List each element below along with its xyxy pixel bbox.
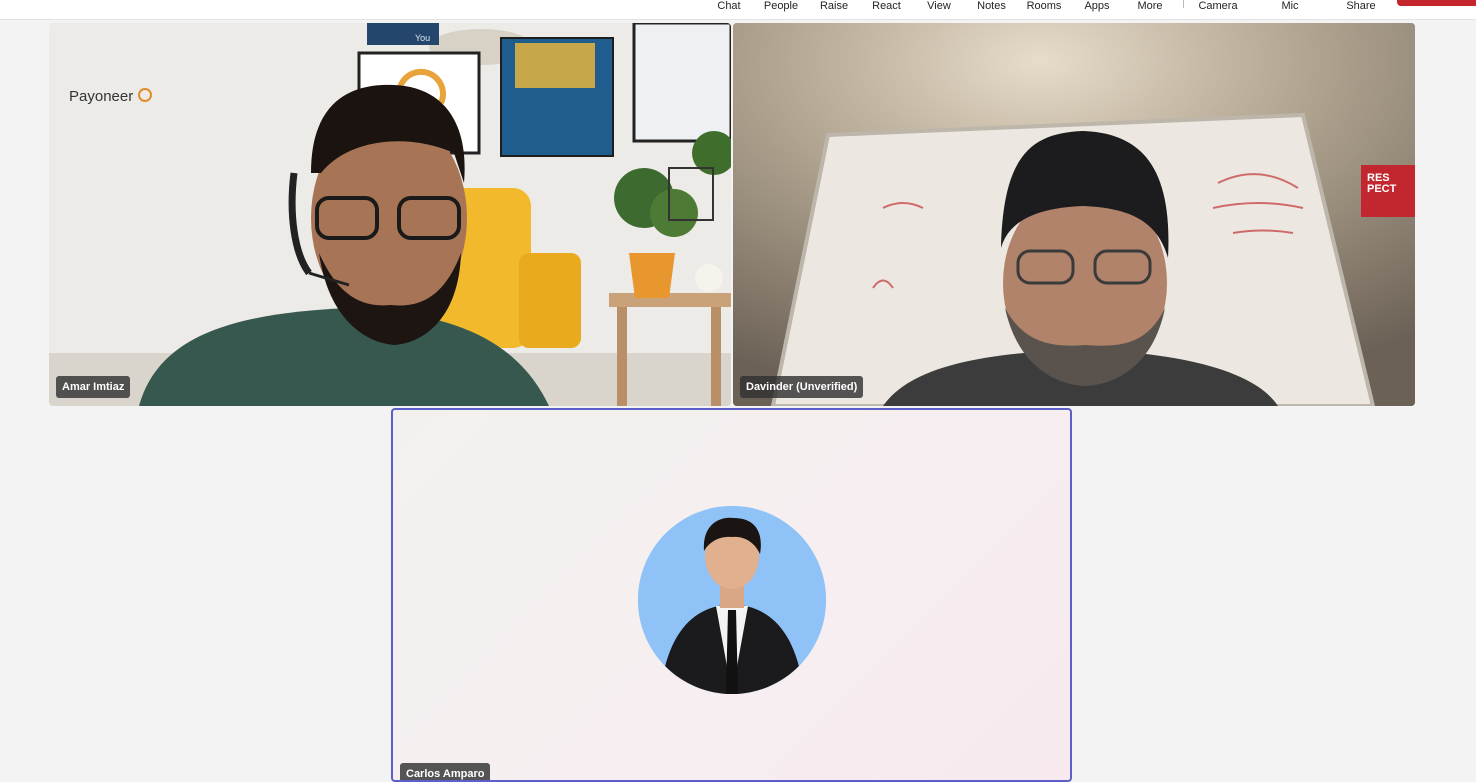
video-tile-carlos[interactable]: Carlos Amparo bbox=[391, 408, 1072, 782]
avatar bbox=[638, 506, 826, 694]
participant-name: Amar Imtiaz bbox=[62, 381, 125, 393]
camera-button[interactable]: Camera bbox=[1198, 0, 1238, 19]
meeting-toolbar: Chat People Raise React View Notes Rooms… bbox=[0, 0, 1476, 20]
apps-button[interactable]: Apps bbox=[1082, 0, 1112, 19]
chat-button[interactable]: Chat bbox=[714, 0, 744, 19]
people-label: People bbox=[763, 0, 799, 12]
people-button[interactable]: People bbox=[762, 0, 800, 19]
toolbar-divider bbox=[1183, 0, 1184, 8]
rooms-label: Rooms bbox=[1026, 0, 1062, 12]
mic-label: Mic bbox=[1281, 0, 1299, 12]
rooms-button[interactable]: Rooms bbox=[1026, 0, 1062, 19]
participant-video-davinder: RES PECT bbox=[733, 23, 1415, 406]
participant-name-tag: Amar Imtiaz bbox=[56, 376, 131, 398]
participant-name: Davinder (Unverified) bbox=[746, 381, 858, 393]
raise-hand-button[interactable]: Raise bbox=[818, 0, 850, 19]
chat-label: Chat bbox=[717, 0, 741, 12]
view-button[interactable]: View bbox=[924, 0, 954, 19]
apps-label: Apps bbox=[1084, 0, 1110, 12]
camera-label: Camera bbox=[1198, 0, 1238, 12]
react-label: React bbox=[872, 0, 901, 12]
more-button[interactable]: More bbox=[1134, 0, 1166, 19]
participant-name-tag: Carlos Amparo bbox=[400, 763, 491, 780]
sign-text-2: PECT bbox=[1367, 183, 1397, 195]
avatar-photo bbox=[638, 506, 826, 694]
react-button[interactable]: React bbox=[870, 0, 903, 19]
notes-label: Notes bbox=[977, 0, 1006, 12]
mic-button[interactable]: Mic bbox=[1276, 0, 1304, 19]
view-label: View bbox=[927, 0, 951, 12]
more-label: More bbox=[1137, 0, 1163, 12]
payoneer-logo-text: Payoneer bbox=[69, 88, 133, 105]
video-tile-amar[interactable]: You Payoneer Amar Imtiaz bbox=[49, 23, 731, 406]
participant-video-amar: You Payoneer bbox=[49, 23, 731, 406]
participant-name-tag: Davinder (Unverified) bbox=[740, 376, 864, 398]
video-tile-davinder[interactable]: RES PECT Davinder (Unverified) bbox=[733, 23, 1415, 406]
poster-text: You bbox=[415, 33, 430, 43]
share-label: Share bbox=[1346, 0, 1376, 12]
notes-button[interactable]: Notes bbox=[974, 0, 1009, 19]
participant-name: Carlos Amparo bbox=[406, 768, 485, 780]
share-button[interactable]: Share bbox=[1344, 0, 1378, 19]
leave-button[interactable] bbox=[1397, 0, 1476, 6]
raise-label: Raise bbox=[819, 0, 849, 12]
